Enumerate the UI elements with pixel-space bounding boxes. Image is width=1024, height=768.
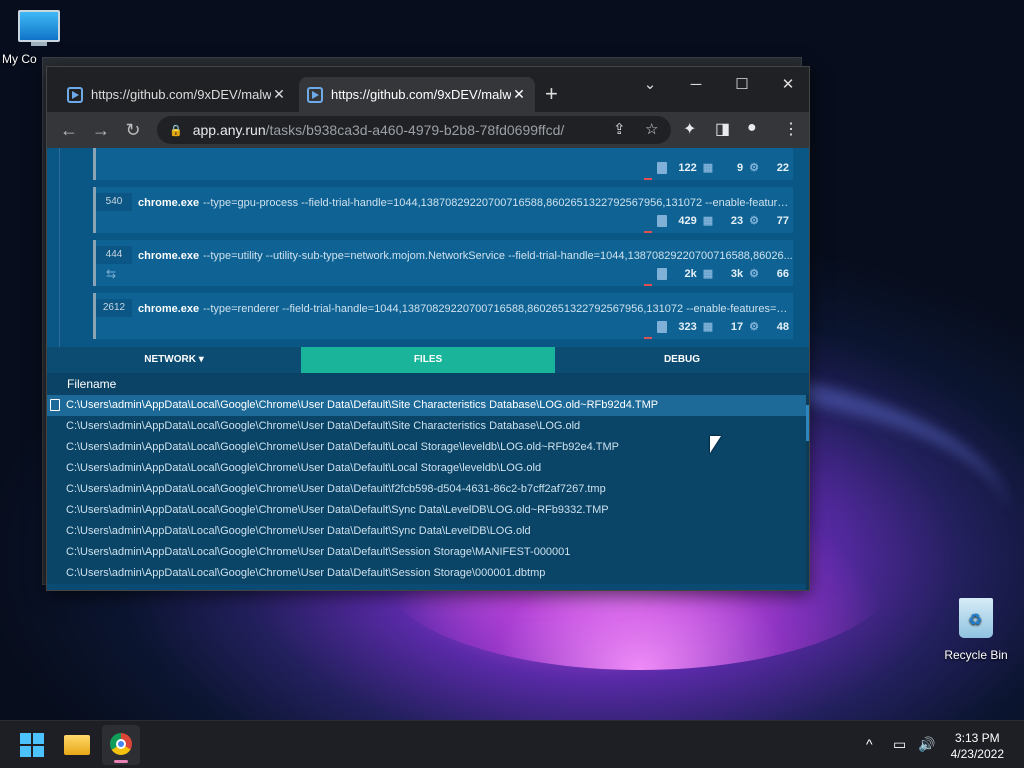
maximize-button[interactable]: ☐ [719,71,765,99]
panel-tabs: NETWORK ▾ FILES DEBUG [47,347,809,373]
process-stats: 323 ▦ 17 ⚙ 48 [656,320,789,333]
tab-title: https://github.com/9xDEV/malw [331,87,511,102]
process-tree: 122 ▦ 9 ⚙ 22 540 chrome.exe --type=gpu-p… [47,148,809,347]
network-icon[interactable]: ▭ [893,736,906,753]
desktop-icon-recycle-bin[interactable]: ♻ Recycle Bin [942,598,1010,662]
minimize-button[interactable]: ─ [673,71,719,99]
close-tab-icon[interactable]: ✕ [271,86,287,103]
process-pid: 444 [96,246,132,264]
file-row[interactable]: C:\Users\admin\AppData\Local\Google\Chro… [47,416,809,437]
forward-button[interactable]: → [85,120,117,141]
process-row[interactable]: 444 chrome.exe --type=utility --utility-… [93,240,793,286]
taskbar: ^ ▭ 🔊 3:13 PM 4/23/2022 [0,720,1024,768]
anyrun-favicon-icon [67,86,83,103]
side-panel-icon[interactable]: ◨ [715,119,730,139]
show-hidden-icons-icon[interactable]: ^ [866,736,873,752]
bookmark-star-icon[interactable]: ☆ [645,120,658,138]
files-scrollbar[interactable] [806,395,809,590]
tab-search-icon[interactable]: ⌄ [627,71,673,99]
process-name: chrome.exe [138,303,200,315]
tab-files[interactable]: FILES [301,347,555,373]
copy-icon[interactable] [50,399,60,411]
process-cmdline: --type=gpu-process --field-trial-handle=… [203,197,793,209]
process-pid: 540 [96,193,132,211]
file-icon [656,320,667,333]
chrome-icon [110,733,132,755]
process-stats: 2k ▦ 3k ⚙ 66 [656,267,789,280]
file-row[interactable]: C:\Users\admin\AppData\Local\Google\Chro… [47,458,809,479]
anyrun-favicon-icon [307,86,323,103]
process-cmdline: --type=renderer --field-trial-handle=104… [203,303,793,315]
files-list: C:\Users\admin\AppData\Local\Google\Chro… [47,395,809,590]
file-row[interactable]: C:\Users\admin\AppData\Local\Google\Chro… [47,395,809,416]
browser-tab-1[interactable]: https://github.com/9xDEV/malw ✕ [59,77,295,112]
file-row[interactable]: C:\Users\admin\AppData\Local\Google\Chro… [47,521,809,542]
modules-icon: ▦ [702,162,714,174]
threads-icon: ⚙ [749,162,759,174]
process-stats: 122 ▦ 9 ⚙ 22 [656,161,789,174]
network-activity-icon: ⇆ [106,267,117,281]
file-explorer-icon[interactable] [64,735,90,755]
profile-icon[interactable]: ● [747,119,757,137]
process-row[interactable]: 122 ▦ 9 ⚙ 22 [93,148,793,180]
file-row[interactable]: C:\Users\admin\AppData\Local\Google\Chro… [47,437,809,458]
process-row[interactable]: 2612 chrome.exe --type=renderer --field-… [93,293,793,339]
file-row[interactable]: C:\Users\admin\AppData\Local\Google\Chro… [47,500,809,521]
modules-icon: ▦ [702,268,714,280]
file-icon [656,267,667,280]
url-path: /tasks/b938ca3d-a460-4979-b2b8-78fd0699f… [265,122,565,138]
browser-window: https://github.com/9xDEV/malw ✕ https://… [46,66,810,591]
file-icon [656,214,667,227]
threads-icon: ⚙ [749,268,759,280]
file-row[interactable]: C:\Users\admin\AppData\Local\Google\Chro… [47,563,809,584]
process-name: chrome.exe [138,250,200,262]
process-name: chrome.exe [138,197,200,209]
mouse-cursor-icon [710,436,721,453]
tab-network[interactable]: NETWORK ▾ [47,347,301,373]
file-row[interactable]: C:\Users\admin\AppData\Local\Google\Chro… [47,542,809,563]
close-window-button[interactable]: ✕ [765,71,809,99]
recycle-bin-icon: ♻ [959,598,993,638]
start-button[interactable] [20,733,44,757]
chrome-taskbar-button[interactable] [102,725,140,765]
clock-date: 4/23/2022 [950,747,1004,761]
file-icon [656,161,667,174]
close-tab-icon[interactable]: ✕ [511,86,527,103]
reload-button[interactable]: ↻ [117,120,149,141]
monitor-icon [18,10,60,42]
volume-icon[interactable]: 🔊 [918,736,935,753]
tab-title: https://github.com/9xDEV/malw [91,87,271,102]
desktop-icon-label: Recycle Bin [944,648,1008,662]
url-host: app.any.run [192,122,266,138]
page-content: 122 ▦ 9 ⚙ 22 540 chrome.exe --type=gpu-p… [47,148,809,590]
file-row[interactable]: C:\Users\admin\AppData\Local\Google\Chro… [47,479,809,500]
threads-icon: ⚙ [749,215,759,227]
share-icon[interactable]: ⇪ [613,120,626,138]
process-row[interactable]: 540 chrome.exe --type=gpu-process --fiel… [93,187,793,233]
menu-icon[interactable]: ⋮ [783,119,799,139]
system-clock[interactable]: 3:13 PM 4/23/2022 [951,730,1004,762]
threads-icon: ⚙ [749,321,759,333]
browser-tab-2[interactable]: https://github.com/9xDEV/malw ✕ [299,77,535,112]
extensions-icon[interactable]: ✦ [683,119,696,139]
process-pid: 2612 [96,299,132,317]
address-bar[interactable]: 🔒 app.any.run /tasks/b938ca3d-a460-4979-… [157,116,671,144]
process-stats: 429 ▦ 23 ⚙ 77 [656,214,789,227]
clock-time: 3:13 PM [954,731,1000,745]
process-cmdline: --type=utility --utility-sub-type=networ… [203,250,793,262]
lock-icon: 🔒 [169,124,183,137]
modules-icon: ▦ [702,215,714,227]
modules-icon: ▦ [702,321,714,333]
filename-column-header[interactable]: Filename [47,373,809,395]
toolbar: ← → ↻ 🔒 app.any.run /tasks/b938ca3d-a460… [47,112,809,148]
new-tab-button[interactable]: + [545,81,558,107]
tab-debug[interactable]: DEBUG [555,347,809,373]
tab-strip: https://github.com/9xDEV/malw ✕ https://… [47,67,809,112]
back-button[interactable]: ← [53,120,85,141]
